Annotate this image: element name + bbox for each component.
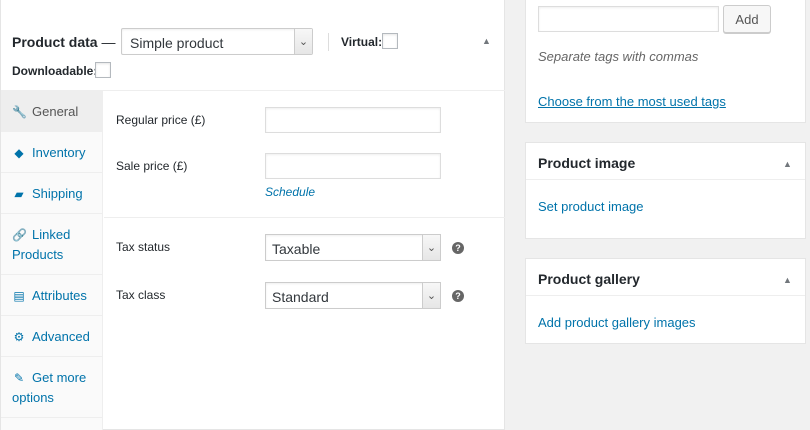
product-data-header: Product data — Simple product ⌄ Virtual:…: [1, 0, 505, 91]
tab-get-more-options[interactable]: ✎ Get more options: [1, 357, 103, 418]
link-icon: 🔗: [12, 228, 27, 242]
list-icon: ▤: [13, 289, 25, 303]
product-data-panel: Product data — Simple product ⌄ Virtual:…: [0, 0, 505, 430]
help-icon[interactable]: ?: [452, 290, 464, 302]
triangle-up-icon[interactable]: ▲: [783, 159, 792, 169]
tag-icon: ◆: [14, 146, 24, 160]
triangle-up-icon[interactable]: ▲: [783, 275, 792, 285]
tab-label: Inventory: [32, 145, 86, 160]
most-used-tags-link[interactable]: Choose from the most used tags: [538, 94, 726, 109]
tab-label: General: [32, 104, 79, 119]
sale-price-label: Sale price (£): [116, 159, 188, 173]
tab-label: Attributes: [32, 288, 87, 303]
chevron-down-icon: ⌄: [294, 29, 312, 54]
tax-class-label: Tax class: [116, 288, 166, 302]
tab-shipping[interactable]: ▰ Shipping: [1, 173, 103, 214]
product-type-select[interactable]: Simple product ⌄: [121, 28, 313, 55]
box-divider: [526, 295, 805, 296]
tab-inventory[interactable]: ◆ Inventory: [1, 132, 103, 173]
tab-advanced[interactable]: ⚙ Advanced: [1, 316, 103, 357]
gear-icon: ⚙: [13, 330, 25, 344]
tags-hint: Separate tags with commas: [538, 49, 699, 64]
set-product-image-link[interactable]: Set product image: [538, 199, 644, 214]
title-dash: —: [101, 34, 116, 50]
product-data-title-text: Product data: [12, 34, 98, 50]
regular-price-input[interactable]: [265, 107, 441, 133]
schedule-link[interactable]: Schedule: [265, 185, 315, 199]
tax-class-select[interactable]: Standard ⌄: [265, 282, 441, 309]
triangle-up-icon[interactable]: ▲: [482, 36, 491, 46]
virtual-label: Virtual:: [341, 35, 383, 49]
product-image-box: Product image ▲ Set product image: [525, 142, 806, 239]
tab-linked-products[interactable]: 🔗 Linked Products: [1, 214, 103, 275]
chevron-down-icon: ⌄: [422, 235, 440, 260]
tax-class-value: Standard: [272, 289, 329, 305]
wrench-icon: 🔧: [12, 105, 27, 119]
product-tags-box: Add Separate tags with commas Choose fro…: [525, 0, 806, 123]
add-tag-button[interactable]: Add: [723, 5, 771, 33]
product-type-value: Simple product: [130, 35, 224, 51]
regular-price-label: Regular price (£): [116, 113, 206, 127]
plug-icon: ✎: [13, 371, 25, 385]
truck-icon: ▰: [14, 187, 24, 201]
virtual-checkbox[interactable]: [382, 33, 398, 49]
product-gallery-title: Product gallery: [538, 271, 640, 287]
help-icon[interactable]: ?: [452, 242, 464, 254]
downloadable-checkbox[interactable]: [95, 62, 111, 78]
section-divider: [104, 217, 505, 218]
sale-price-input[interactable]: [265, 153, 441, 179]
product-image-title: Product image: [538, 155, 636, 171]
tax-status-value: Taxable: [272, 241, 321, 257]
product-data-tabs: 🔧 General ◆ Inventory ▰ Shipping 🔗 Linked Pr…: [1, 91, 103, 430]
header-divider: [328, 33, 329, 51]
box-divider: [526, 179, 805, 180]
downloadable-label: Downloadable:: [12, 64, 98, 78]
tax-status-label: Tax status: [116, 240, 171, 254]
tab-label: Shipping: [32, 186, 83, 201]
add-gallery-images-link[interactable]: Add product gallery images: [538, 315, 696, 330]
tab-label: Advanced: [32, 329, 90, 344]
tax-status-select[interactable]: Taxable ⌄: [265, 234, 441, 261]
tag-input[interactable]: [538, 6, 719, 32]
chevron-down-icon: ⌄: [422, 283, 440, 308]
product-data-title: Product data —: [12, 34, 115, 50]
tab-general[interactable]: 🔧 General: [1, 91, 103, 132]
product-gallery-box: Product gallery ▲ Add product gallery im…: [525, 258, 806, 344]
tab-attributes[interactable]: ▤ Attributes: [1, 275, 103, 316]
